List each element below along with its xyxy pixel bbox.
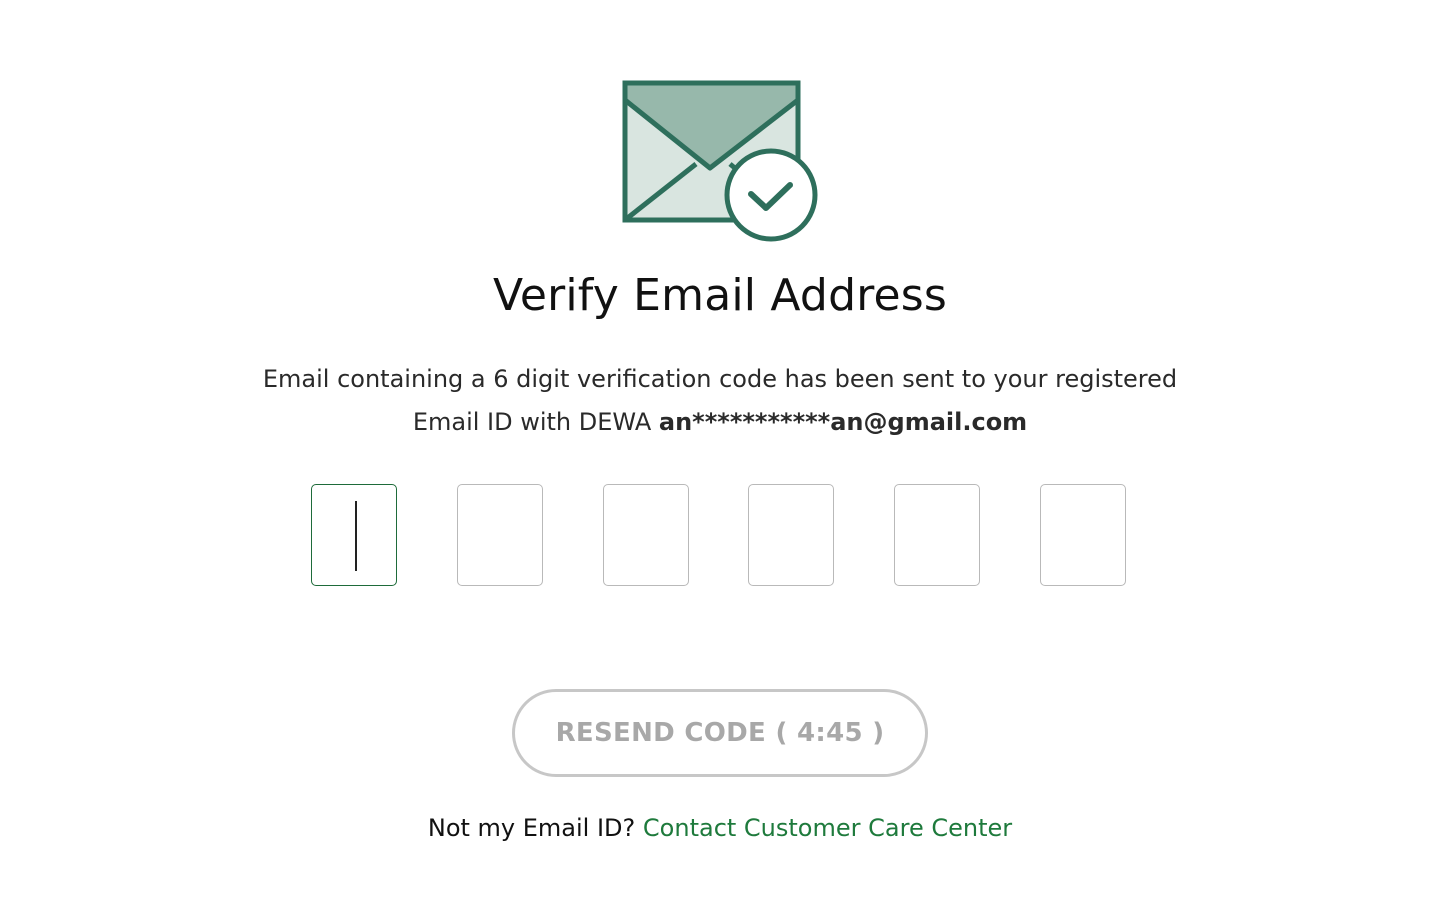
page-title: Verify Email Address: [492, 270, 948, 321]
text-caret: [355, 501, 357, 571]
verify-email-page: Verify Email Address Email containing a …: [0, 0, 1440, 900]
otp-digit-3[interactable]: [603, 484, 689, 586]
message-prefix: Email ID with DEWA: [412, 408, 652, 436]
otp-digit-2[interactable]: [457, 484, 543, 586]
otp-digit-1[interactable]: [311, 484, 397, 586]
footer-help: Not my Email ID? Contact Customer Care C…: [0, 814, 1440, 842]
resend-code-button[interactable]: RESEND CODE ( 4:45 ): [512, 689, 928, 777]
contact-customer-care-link[interactable]: Contact Customer Care Center: [643, 814, 1012, 842]
email-verified-icon: [620, 78, 820, 244]
otp-digit-6[interactable]: [1040, 484, 1126, 586]
message-line-2: Email ID with DEWA an***********an@gmail…: [0, 401, 1440, 444]
otp-digit-5[interactable]: [894, 484, 980, 586]
otp-digit-4[interactable]: [748, 484, 834, 586]
masked-email: an***********an@gmail.com: [658, 408, 1028, 436]
not-my-email-text: Not my Email ID?: [427, 814, 636, 842]
otp-input-group: [311, 484, 1129, 588]
verification-message: Email containing a 6 digit verification …: [0, 358, 1440, 444]
message-line-1: Email containing a 6 digit verification …: [262, 365, 1178, 393]
